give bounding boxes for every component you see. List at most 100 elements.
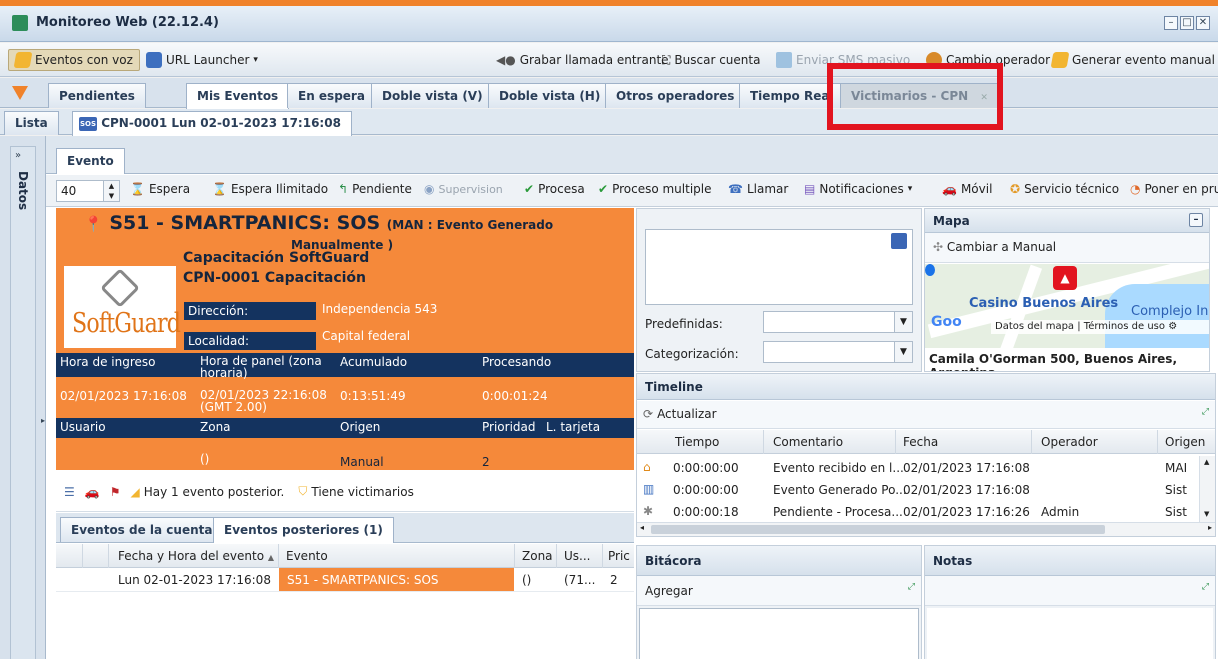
tab-doble-vista-h[interactable]: Doble vista (H) [488,83,612,108]
grabar-label: Grabar llamada entrante [519,53,669,67]
col-evento[interactable]: Evento [286,549,328,563]
map-terms-link[interactable]: Términos de uso [1084,321,1165,332]
pendiente-label: Pendiente [352,182,412,196]
tab-doble-vista-v[interactable]: Doble vista (V) [371,83,494,108]
expand-icon[interactable]: ⤢ [1202,407,1209,417]
movil-button[interactable]: 🚗 Móvil [942,182,992,196]
minimize-icon[interactable]: – [1164,16,1178,30]
tab-eventos-cuenta[interactable]: Eventos de la cuenta [60,517,224,542]
map-view[interactable]: ▲ Casino Buenos Aires Complejo In Goo Da… [925,264,1209,348]
url-launcher-button[interactable]: URL Launcher ▾ [140,49,264,71]
procesa-label: Procesa [538,182,585,196]
tab-mis-eventos[interactable]: Mis Eventos [186,83,290,109]
filter-icon[interactable] [12,86,28,100]
tab-pendientes[interactable]: Pendientes [48,83,146,108]
eye-icon: ◉ [424,182,435,196]
home-icon: ⌂ [643,460,651,474]
procesa-button[interactable]: ✔ Procesa [524,182,585,196]
close-icon[interactable]: ✕ [1196,16,1210,30]
tab-evento[interactable]: Evento [56,148,125,174]
actualizar-label: Actualizar [657,407,717,421]
datos-label: Datos [16,171,30,211]
chevron-down-icon[interactable]: ▼ [894,312,912,332]
scroll-left-icon[interactable]: ◂ [640,523,644,532]
comment-textarea[interactable] [645,229,913,305]
timeline-hscrollbar[interactable]: ◂ ▸ [637,522,1215,536]
list-icon[interactable]: ☰ [64,485,75,499]
save-icon[interactable] [891,233,907,249]
col-comentario[interactable]: Comentario [773,435,843,449]
tab-otros-operadores[interactable]: Otros operadores [605,83,746,108]
chevron-down-icon[interactable]: ▼ [894,342,912,362]
proceso-multiple-button[interactable]: ✔ Proceso multiple [598,182,712,196]
supervision-button[interactable]: ◉ Supervision [424,182,503,196]
collapse-arrow-icon[interactable]: ▸ [41,416,45,425]
col-usuario[interactable]: Us... [564,549,590,563]
tab-en-espera[interactable]: En espera [287,83,376,108]
scroll-down-icon[interactable]: ▼ [1204,510,1209,518]
window-title: Monitoreo Web (22.12.4) [36,15,219,30]
col-prioridad[interactable]: Pric [608,549,630,563]
tab-eventos-posteriores[interactable]: Eventos posteriores (1) [213,517,394,543]
count-spinner[interactable]: 40 ▲ ▼ [56,180,120,202]
notas-panel: Notas ⤢ [924,545,1216,659]
expand-icon[interactable]: » [15,150,21,161]
col-tiempo[interactable]: Tiempo [675,435,719,449]
row-fecha: 02/01/2023 17:16:26 [903,505,1030,519]
check-icon: ✔ [598,182,609,196]
tab-event-detail[interactable]: SOS CPN-0001 Lun 02-01-2023 17:16:08 [72,111,352,136]
eventos-con-voz-button[interactable]: Eventos con voz [8,49,140,71]
col-fecha[interactable]: Fecha [903,435,938,449]
collapse-icon[interactable]: – [1189,213,1203,227]
table-row[interactable]: ▥ 0:00:00:00 Evento Generado Po... 02/01… [637,480,1199,500]
table-row[interactable]: ✱ 0:00:00:18 Pendiente - Procesa... 02/0… [637,502,1199,522]
victimarios-notice[interactable]: ⛉ Tiene victimarios [298,484,413,499]
maximize-icon[interactable]: □ [1180,16,1194,30]
scroll-right-icon[interactable]: ▸ [1208,523,1212,532]
bitacora-list[interactable] [639,608,919,659]
cambiar-button[interactable]: ✣ Cambiar a Manual [933,240,1056,254]
categorizacion-select[interactable]: ▼ [763,341,913,363]
timeline-vscrollbar[interactable]: ▲ ▼ [1199,456,1215,522]
spinner-arrows-icon[interactable]: ▲ ▼ [103,181,119,201]
llamar-button[interactable]: ☎ Llamar [728,182,788,196]
buscar-cuenta-button[interactable]: ⛶ Buscar cuenta [656,49,766,71]
hscroll-thumb[interactable] [651,525,1105,534]
scroll-up-icon[interactable]: ▲ [1204,458,1209,466]
flag-icon[interactable]: ⚑ [110,485,121,499]
col-zona[interactable]: Zona [522,549,553,563]
poner-en-prueba-button[interactable]: ◔Poner en prueba [1130,182,1218,196]
generar-evento-button[interactable]: Generar evento manual [1046,49,1218,71]
notificaciones-button[interactable]: ▤ Notificaciones ▾ [804,182,912,196]
col-origen[interactable]: Origen [1165,435,1205,449]
expand-icon[interactable]: ⤢ [1202,582,1209,592]
alert-marker-icon[interactable]: ▲ [1053,266,1077,290]
expand-icon[interactable]: ⤢ [908,582,915,592]
sms-icon [776,52,792,68]
bitacora-title: Bitácora [637,546,921,576]
categorizacion-label: Categorización: [645,347,739,361]
espera-button[interactable]: ⌛ Espera [130,182,190,196]
table-row[interactable]: ⌂ 0:00:00:00 Evento recibido en l... 02/… [637,458,1199,478]
row-prioridad: 2 [610,573,618,587]
table-row[interactable]: Lun 02-01-2023 17:16:08 S51 - SMARTPANIC… [56,568,634,592]
timeline-panel: Timeline ⟳ Actualizar ⤢ Tiempo Comentario… [636,373,1216,537]
col-operador[interactable]: Operador [1041,435,1098,449]
notas-list[interactable] [927,608,1213,659]
predefinidas-select[interactable]: ▼ [763,311,913,333]
grabar-button[interactable]: ◀● Grabar llamada entrante [490,49,675,71]
map-attrib-label[interactable]: Datos del mapa [995,321,1074,332]
gear-icon[interactable]: ⚙ [1168,321,1177,332]
posterior-notice[interactable]: ◢ Hay 1 evento posterior. [130,485,284,499]
col-fecha[interactable]: Fecha y Hora del evento ▲ [118,549,274,563]
tab-lista[interactable]: Lista [4,111,59,135]
map-toolbar: ✣ Cambiar a Manual [925,233,1209,263]
actualizar-button[interactable]: ⟳ Actualizar [643,407,717,421]
servicio-tecnico-button[interactable]: ✪ Servicio técnico [1010,182,1119,196]
pendiente-button[interactable]: ↰ Pendiente [338,182,412,196]
agregar-button[interactable]: Agregar [645,584,693,598]
espera-ilimitado-button[interactable]: ⌛ Espera Ilimitado [212,182,328,196]
book-icon: ▥ [643,482,655,496]
car-icon[interactable]: 🚗 [85,485,100,499]
datos-panel[interactable]: » Datos [10,146,36,659]
